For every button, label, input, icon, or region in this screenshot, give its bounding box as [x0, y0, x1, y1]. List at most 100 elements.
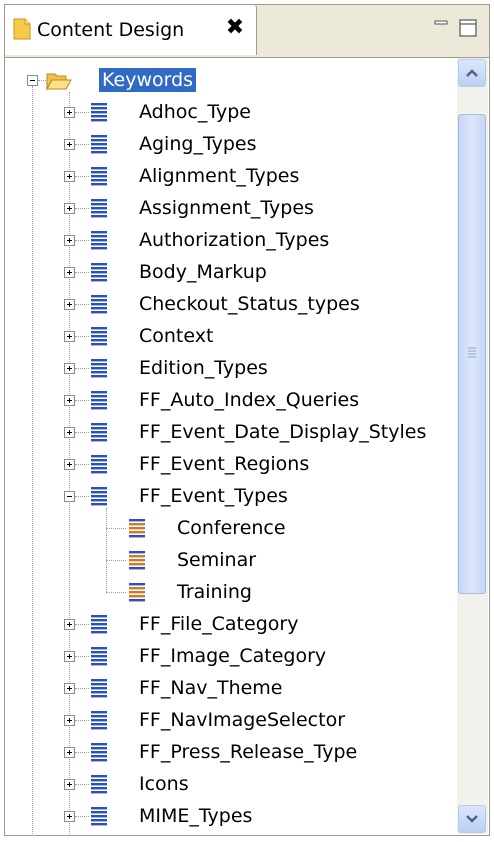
keyword-list-icon [91, 167, 107, 186]
expand-icon[interactable] [64, 331, 75, 342]
expand-icon[interactable] [64, 459, 75, 470]
keyword-list-icon [91, 743, 107, 762]
tree-item-label: FF_NavImageSelector [139, 709, 346, 731]
keyword-list-icon [91, 359, 107, 378]
tree-connector [75, 144, 89, 145]
expand-icon[interactable] [64, 683, 75, 694]
expand-icon[interactable] [64, 619, 75, 630]
keyword-list-icon [91, 327, 107, 346]
tree-connector [75, 688, 89, 689]
tree-item-label: Alignment_Types [139, 165, 300, 187]
keyword-list-icon [91, 679, 107, 698]
tree-connector [75, 464, 89, 465]
keyword-list-icon [91, 199, 107, 218]
tab-title: Content Design [37, 19, 185, 41]
tree-item-label: Edition_Types [139, 357, 268, 379]
tree-connector [75, 656, 89, 657]
expand-icon[interactable] [64, 811, 75, 822]
tree-connector [106, 592, 126, 593]
keyword-list-icon [91, 455, 107, 474]
chevron-up-icon [466, 69, 478, 77]
keyword-list-icon [91, 231, 107, 250]
maximize-icon[interactable] [457, 17, 479, 39]
content-design-view: Content Design ✖ Keywords Adhoc_Type Agi… [4, 4, 490, 836]
expand-icon[interactable] [64, 171, 75, 182]
tree-item-label: FF_Event_Date_Display_Styles [139, 421, 427, 443]
tree-connector [75, 336, 89, 337]
expand-icon[interactable] [64, 203, 75, 214]
close-icon[interactable]: ✖ [223, 16, 247, 40]
tree-item-label: FF_Image_Category [139, 645, 327, 667]
keyword-list-icon [91, 775, 107, 794]
tree-item-label: Seminar [177, 549, 257, 571]
document-icon [13, 18, 31, 40]
tree-item-label: FF_Auto_Index_Queries [139, 389, 360, 411]
tree-item-label: Aging_Types [139, 133, 257, 155]
tree-connector [75, 720, 89, 721]
expand-icon[interactable] [64, 107, 75, 118]
keyword-list-icon [91, 263, 107, 282]
tree-item-label: FF_Event_Regions [139, 453, 310, 475]
keyword-value-icon [129, 583, 145, 602]
keyword-list-icon [91, 423, 107, 442]
keyword-tree[interactable]: Keywords Adhoc_Type Aging_Types Alignment_T… [5, 57, 489, 835]
tree-connector [106, 560, 126, 561]
keyword-list-icon [91, 135, 107, 154]
tree-item-label: FF_Event_Types [139, 485, 288, 507]
tree-item-label: FF_File_Category [139, 613, 299, 635]
keyword-list-icon [91, 295, 107, 314]
tree-item-label: Conference [177, 517, 286, 539]
vertical-scrollbar[interactable] [457, 58, 488, 834]
minimize-icon[interactable] [431, 17, 453, 39]
tree-item-label: Adhoc_Type [139, 101, 251, 123]
expand-icon[interactable] [64, 715, 75, 726]
scroll-up-button[interactable] [458, 59, 486, 87]
tree-connector [75, 784, 89, 785]
tree-item-label: MIME_Types [139, 805, 253, 827]
tree-root-label: Keywords [99, 68, 197, 92]
tree-connector [75, 432, 89, 433]
tree-connector [75, 496, 89, 497]
expand-icon[interactable] [64, 747, 75, 758]
tree-connector [75, 272, 89, 273]
tree-connector [106, 508, 107, 592]
scroll-thumb[interactable] [458, 114, 486, 594]
keyword-list-icon [91, 807, 107, 826]
tree-connector [75, 208, 89, 209]
tab-content-design[interactable]: Content Design ✖ [5, 5, 257, 55]
tree-connector [75, 176, 89, 177]
expand-icon[interactable] [64, 651, 75, 662]
view-header: Content Design ✖ [5, 5, 489, 57]
collapse-icon[interactable] [64, 491, 75, 502]
tree-connector [75, 624, 89, 625]
tree-item-label: Authorization_Types [139, 229, 330, 251]
expand-icon[interactable] [64, 363, 75, 374]
keyword-list-icon [91, 391, 107, 410]
expand-icon[interactable] [64, 267, 75, 278]
tree-connector [75, 752, 89, 753]
keyword-value-icon [129, 519, 145, 538]
expand-icon[interactable] [64, 395, 75, 406]
tree-item-label: Context [139, 325, 214, 347]
tree-connector [75, 816, 89, 817]
tree-item-label: Body_Markup [139, 261, 267, 283]
tree-item-label: FF_Nav_Theme [139, 677, 283, 699]
tree-item-label: Checkout_Status_types [139, 293, 360, 315]
grip-icon [468, 347, 476, 358]
expand-icon[interactable] [64, 139, 75, 150]
tree-connector [75, 368, 89, 369]
keyword-list-icon [91, 487, 107, 506]
expand-icon[interactable] [64, 299, 75, 310]
scroll-down-button[interactable] [458, 805, 486, 833]
keyword-list-icon [91, 711, 107, 730]
keyword-list-icon [91, 103, 107, 122]
keyword-list-icon [91, 615, 107, 634]
tree-connector [75, 112, 89, 113]
tree-root-row[interactable] [5, 64, 445, 96]
tree-item-label: Training [177, 581, 252, 603]
expand-icon[interactable] [64, 779, 75, 790]
expand-icon[interactable] [64, 427, 75, 438]
tree-item-label: FF_Press_Release_Type [139, 741, 358, 763]
tree-connector [75, 304, 89, 305]
expand-icon[interactable] [64, 235, 75, 246]
